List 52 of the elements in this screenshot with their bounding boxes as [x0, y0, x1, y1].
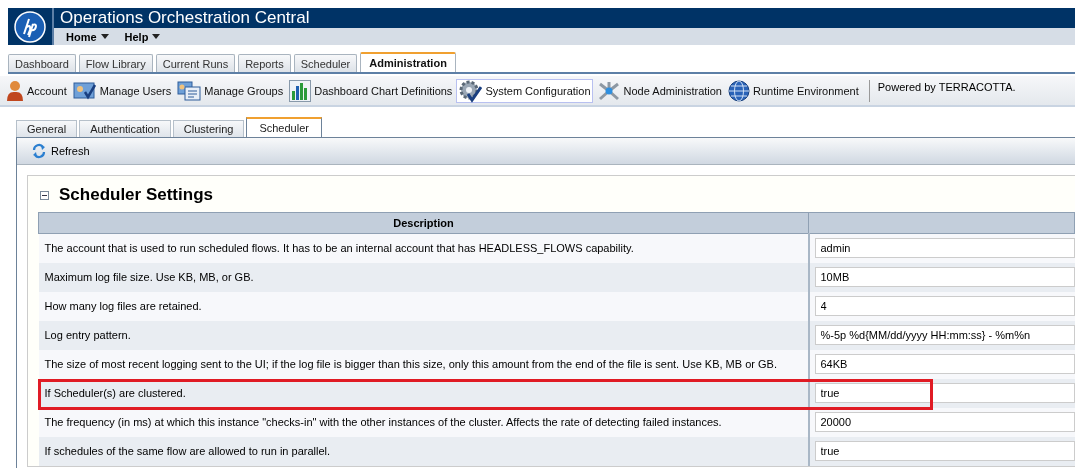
toolbar-button[interactable]: Manage Groups — [175, 78, 286, 103]
refresh-button[interactable]: Refresh — [25, 142, 96, 160]
group-card-icon — [177, 79, 202, 102]
setting-description: If schedules of the same flow are allowed to run in parallel. — [44, 445, 331, 457]
toolbar-button[interactable]: System Configuration — [456, 78, 593, 103]
setting-description: How many log files are retained. — [44, 300, 202, 312]
setting-value-field[interactable]: 64KB — [814, 354, 1075, 374]
nav-tab[interactable]: Current Runs — [155, 54, 236, 72]
setting-value-field[interactable]: true — [814, 383, 1075, 403]
powered-by-text: Powered by TERRACOTTA. — [877, 80, 1016, 93]
caret-icon — [152, 34, 161, 39]
toolbar-button[interactable]: Node Administration — [594, 78, 724, 103]
setting-description: The frequency (in ms) at which this instance "checks-in" with the other instances of the cluster. Affects the rate of detecting failed instances. — [44, 416, 722, 428]
toolbar-button[interactable]: Manage Users — [70, 78, 174, 103]
person-icon — [6, 79, 24, 102]
nav-tab[interactable]: Scheduler — [293, 54, 358, 72]
setting-value-field[interactable]: %-5p %d{MM/dd/yyyy HH:mm:ss} - %m%n — [814, 325, 1075, 345]
settings-tab[interactable]: General — [16, 120, 78, 137]
setting-description: The size of most recent logging sent to the UI; if the log file is bigger than this size, only this amount from the end of the file is sent. Use KB, MB or GB. — [44, 358, 777, 370]
app-title: Operations Orchestration Central — [59, 8, 311, 28]
collapse-toggle[interactable] — [40, 190, 49, 200]
bar-chart-icon — [289, 79, 312, 102]
setting-description: Maximum log file size. Use KB, MB, or GB. — [44, 271, 254, 283]
section-title: Scheduler Settings — [59, 185, 213, 205]
toolbar-button[interactable]: Runtime Environment — [726, 78, 861, 103]
user-card-icon — [72, 79, 97, 102]
refresh-icon — [31, 143, 47, 159]
caret-icon — [100, 34, 109, 39]
setting-description: If Scheduler(s) are clustered. — [44, 387, 186, 399]
settings-tab[interactable]: Clustering — [172, 120, 245, 137]
nav-tab[interactable]: Administration — [360, 52, 456, 72]
toolbar-button[interactable]: Dashboard Chart Definitions — [287, 78, 455, 103]
toolbar-button[interactable]: Account — [4, 78, 69, 103]
nav-tab[interactable]: Reports — [238, 54, 291, 72]
settings-tab[interactable]: Authentication — [79, 120, 171, 137]
node-icon — [596, 79, 621, 102]
globe-icon — [728, 79, 750, 102]
setting-description: Log entry pattern. — [44, 329, 131, 341]
setting-value-field[interactable]: admin — [814, 238, 1075, 259]
setting-value-field[interactable]: 4 — [814, 296, 1075, 316]
setting-description: The account that is used to run scheduled flows. It has to be an internal account that has HEADLESS_FLOWS capability. — [44, 242, 634, 255]
setting-value-field[interactable]: true — [814, 441, 1075, 461]
setting-value-field[interactable]: 10MB — [814, 267, 1075, 287]
column-header: Description — [38, 212, 809, 234]
logo-icon — [13, 9, 47, 44]
menu-button[interactable]: Home — [60, 30, 115, 43]
gear-icon — [458, 78, 483, 103]
settings-tab[interactable]: Scheduler — [246, 117, 322, 137]
nav-tab[interactable]: Flow Library — [78, 54, 153, 72]
setting-value-field[interactable]: 20000 — [814, 412, 1075, 432]
nav-tab[interactable]: Dashboard — [8, 54, 76, 72]
menu-button[interactable]: Help — [118, 30, 167, 43]
